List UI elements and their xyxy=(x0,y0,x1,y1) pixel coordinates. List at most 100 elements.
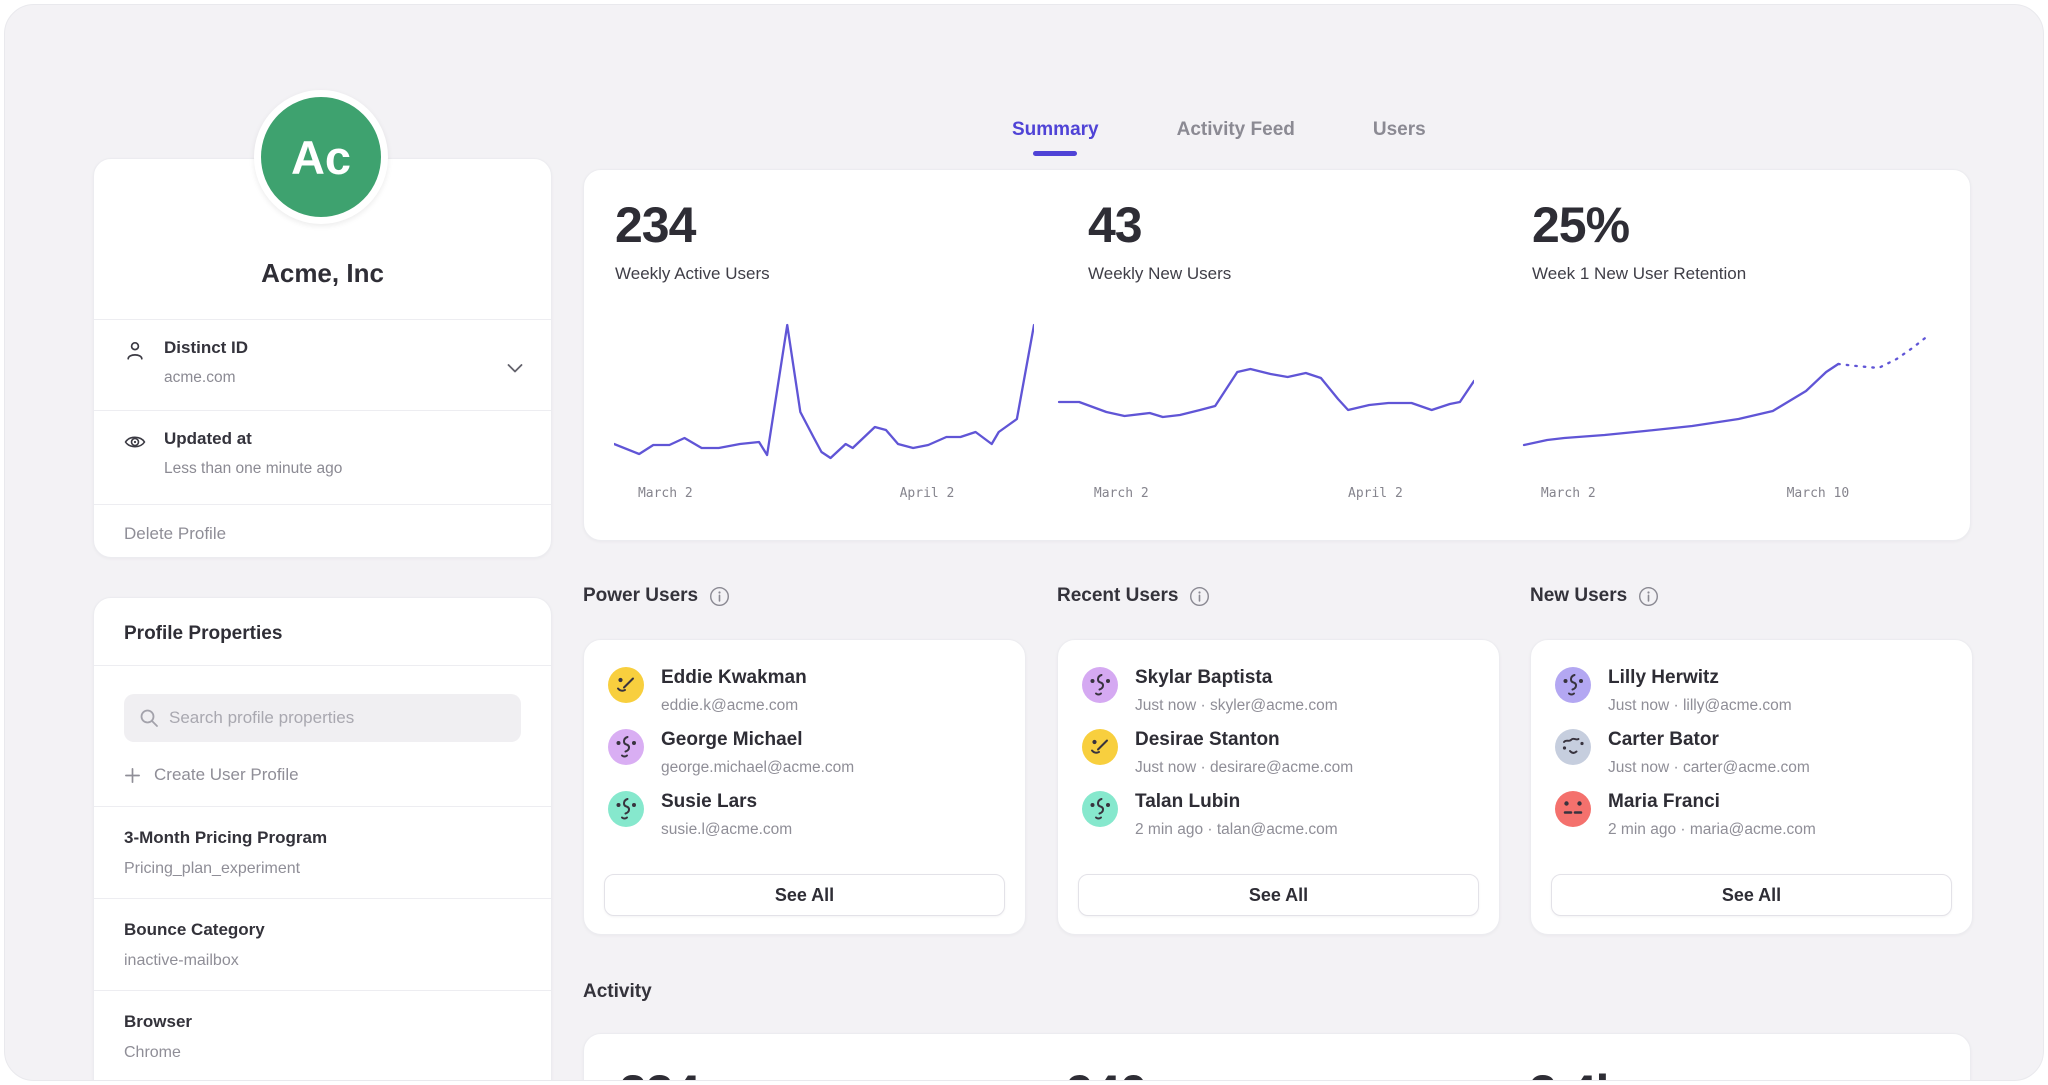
profile-properties-title: Profile Properties xyxy=(94,598,551,665)
property-value: Pricing_plan_experiment xyxy=(124,860,521,878)
user-detail: eddie.k@acme.com xyxy=(661,697,807,715)
user-text: Susie Larssusie.l@acme.com xyxy=(661,791,792,839)
user-name: Maria Franci xyxy=(1608,791,1816,813)
user-name: Lilly Herwitz xyxy=(1608,667,1792,689)
company-avatar: Ac xyxy=(254,90,388,224)
x-axis-label: March 2 xyxy=(1541,486,1596,501)
tab-users[interactable]: Users xyxy=(1373,119,1426,156)
divider xyxy=(94,665,551,666)
delete-profile-button[interactable]: Delete Profile xyxy=(94,505,551,563)
user-row[interactable]: Maria Franci 2 min ago · maria@acme.com xyxy=(1555,791,1948,839)
user-name: Eddie Kwakman xyxy=(661,667,807,689)
user-detail: Just now · carter@acme.com xyxy=(1608,759,1810,777)
user-text: Lilly Herwitz Just now · lilly@acme.com xyxy=(1608,667,1792,715)
property-name: 3-Month Pricing Program xyxy=(124,828,521,848)
person-icon xyxy=(124,340,146,362)
activity-stat-value: 234 xyxy=(619,1064,699,1081)
x-axis-label: March 2 xyxy=(638,486,693,501)
user-row[interactable]: Carter Bator Just now · carter@acme.com xyxy=(1555,729,1948,777)
tab-bar: Summary Activity Feed Users xyxy=(1012,119,1426,156)
user-row[interactable]: Talan Lubin 2 min ago · talan@acme.com xyxy=(1082,791,1475,839)
stat-label: Weekly New Users xyxy=(1088,264,1231,284)
squiggle-face xyxy=(1555,667,1591,703)
user-text: Desirae Stanton Just now · desirare@acme.… xyxy=(1135,729,1353,777)
profile-field-text: Distinct IDacme.com xyxy=(164,338,248,387)
sleep-face xyxy=(1555,729,1591,765)
user-rows: Skylar Baptista Just now · skyler@acme.co… xyxy=(1058,640,1499,839)
chevron-down-icon[interactable] xyxy=(507,364,523,373)
user-text: Carter Bator Just now · carter@acme.com xyxy=(1608,729,1810,777)
tab-activity-feed[interactable]: Activity Feed xyxy=(1177,119,1295,156)
property-name: Browser xyxy=(124,1012,521,1032)
user-text: Skylar Baptista Just now · skyler@acme.co… xyxy=(1135,667,1338,715)
profile-field-row[interactable]: Distinct IDacme.com xyxy=(94,320,551,410)
x-axis-label: March 10 xyxy=(1787,486,1850,501)
user-row[interactable]: George Michael george.michael@acme.com xyxy=(608,729,1001,777)
profile-properties-card: Profile Properties Create User Profile 3… xyxy=(93,597,552,1081)
see-all-button[interactable]: See All xyxy=(1551,874,1952,916)
user-row[interactable]: Susie Larssusie.l@acme.com xyxy=(608,791,1001,839)
user-name: Skylar Baptista xyxy=(1135,667,1338,689)
section-title: Power Users xyxy=(583,585,698,607)
user-row[interactable]: Eddie Kwakman eddie.k@acme.com xyxy=(608,667,1001,715)
search-input[interactable] xyxy=(124,694,521,742)
user-name: Susie Lars xyxy=(661,791,792,813)
info-icon[interactable] xyxy=(1638,586,1659,607)
property-row[interactable]: Bounce Category inactive-mailbox xyxy=(94,899,551,990)
summary-stat: 25%Week 1 New User Retention xyxy=(1532,196,1746,284)
user-text: Eddie Kwakman eddie.k@acme.com xyxy=(661,667,807,715)
sparkline-chart: March 2April 2 xyxy=(614,312,1034,464)
activity-title: Activity xyxy=(583,981,652,1003)
stat-label: Week 1 New User Retention xyxy=(1532,264,1746,284)
user-avatar xyxy=(608,729,644,765)
user-avatar xyxy=(1555,667,1591,703)
user-detail: Just now · skyler@acme.com xyxy=(1135,697,1338,715)
property-value: Chrome xyxy=(124,1044,521,1062)
user-name: Carter Bator xyxy=(1608,729,1810,751)
user-name: Talan Lubin xyxy=(1135,791,1338,813)
user-text: Maria Franci 2 min ago · maria@acme.com xyxy=(1608,791,1816,839)
user-detail: 2 min ago · talan@acme.com xyxy=(1135,821,1338,839)
property-row[interactable]: 3-Month Pricing Program Pricing_plan_expe… xyxy=(94,807,551,898)
section-header: New Users xyxy=(1530,585,1973,607)
x-axis-label: April 2 xyxy=(1348,486,1403,501)
summary-stat: 234Weekly Active Users xyxy=(615,196,770,284)
user-list-card: Lilly Herwitz Just now · lilly@acme.com Ca… xyxy=(1530,639,1973,935)
user-avatar xyxy=(1555,729,1591,765)
grump-face xyxy=(1555,791,1591,827)
user-detail: george.michael@acme.com xyxy=(661,759,854,777)
create-user-profile-button[interactable]: Create User Profile xyxy=(124,765,521,785)
see-all-button[interactable]: See All xyxy=(604,874,1005,916)
see-all-button[interactable]: See All xyxy=(1078,874,1479,916)
user-text: Talan Lubin 2 min ago · talan@acme.com xyxy=(1135,791,1338,839)
user-section-new-users: New UsersLilly HerwitzJust now · lilly@a… xyxy=(1530,585,1973,607)
info-icon[interactable] xyxy=(709,586,730,607)
user-avatar xyxy=(1555,791,1591,827)
user-avatar xyxy=(1082,667,1118,703)
profile-field-label: Distinct ID xyxy=(164,338,248,358)
user-name: Desirae Stanton xyxy=(1135,729,1353,751)
tab-summary[interactable]: Summary xyxy=(1012,119,1099,156)
property-name: Bounce Category xyxy=(124,920,521,940)
property-value: inactive-mailbox xyxy=(124,952,521,970)
user-detail: Just now · lilly@acme.com xyxy=(1608,697,1792,715)
user-avatar xyxy=(1082,791,1118,827)
stat-value: 43 xyxy=(1088,196,1231,254)
property-row[interactable]: Browser Chrome xyxy=(94,991,551,1081)
profile-field-value: Less than one minute ago xyxy=(164,460,342,478)
user-row[interactable]: Desirae Stanton Just now · desirare@acme.… xyxy=(1082,729,1475,777)
user-name: George Michael xyxy=(661,729,854,751)
stat-label: Weekly Active Users xyxy=(615,264,770,284)
user-detail: 2 min ago · maria@acme.com xyxy=(1608,821,1816,839)
user-text: George Michael george.michael@acme.com xyxy=(661,729,854,777)
user-detail: Just now · desirare@acme.com xyxy=(1135,759,1353,777)
search-wrap xyxy=(124,694,521,742)
user-row[interactable]: Lilly Herwitz Just now · lilly@acme.com xyxy=(1555,667,1948,715)
info-icon[interactable] xyxy=(1189,586,1210,607)
user-row[interactable]: Skylar Baptista Just now · skyler@acme.co… xyxy=(1082,667,1475,715)
user-rows: Eddie Kwakman eddie.k@acme.com George Mich… xyxy=(584,640,1025,839)
profile-field-text: Updated atLess than one minute ago xyxy=(164,429,342,478)
plus-icon xyxy=(124,767,141,784)
search-icon xyxy=(139,708,159,728)
squiggle-face xyxy=(1082,791,1118,827)
